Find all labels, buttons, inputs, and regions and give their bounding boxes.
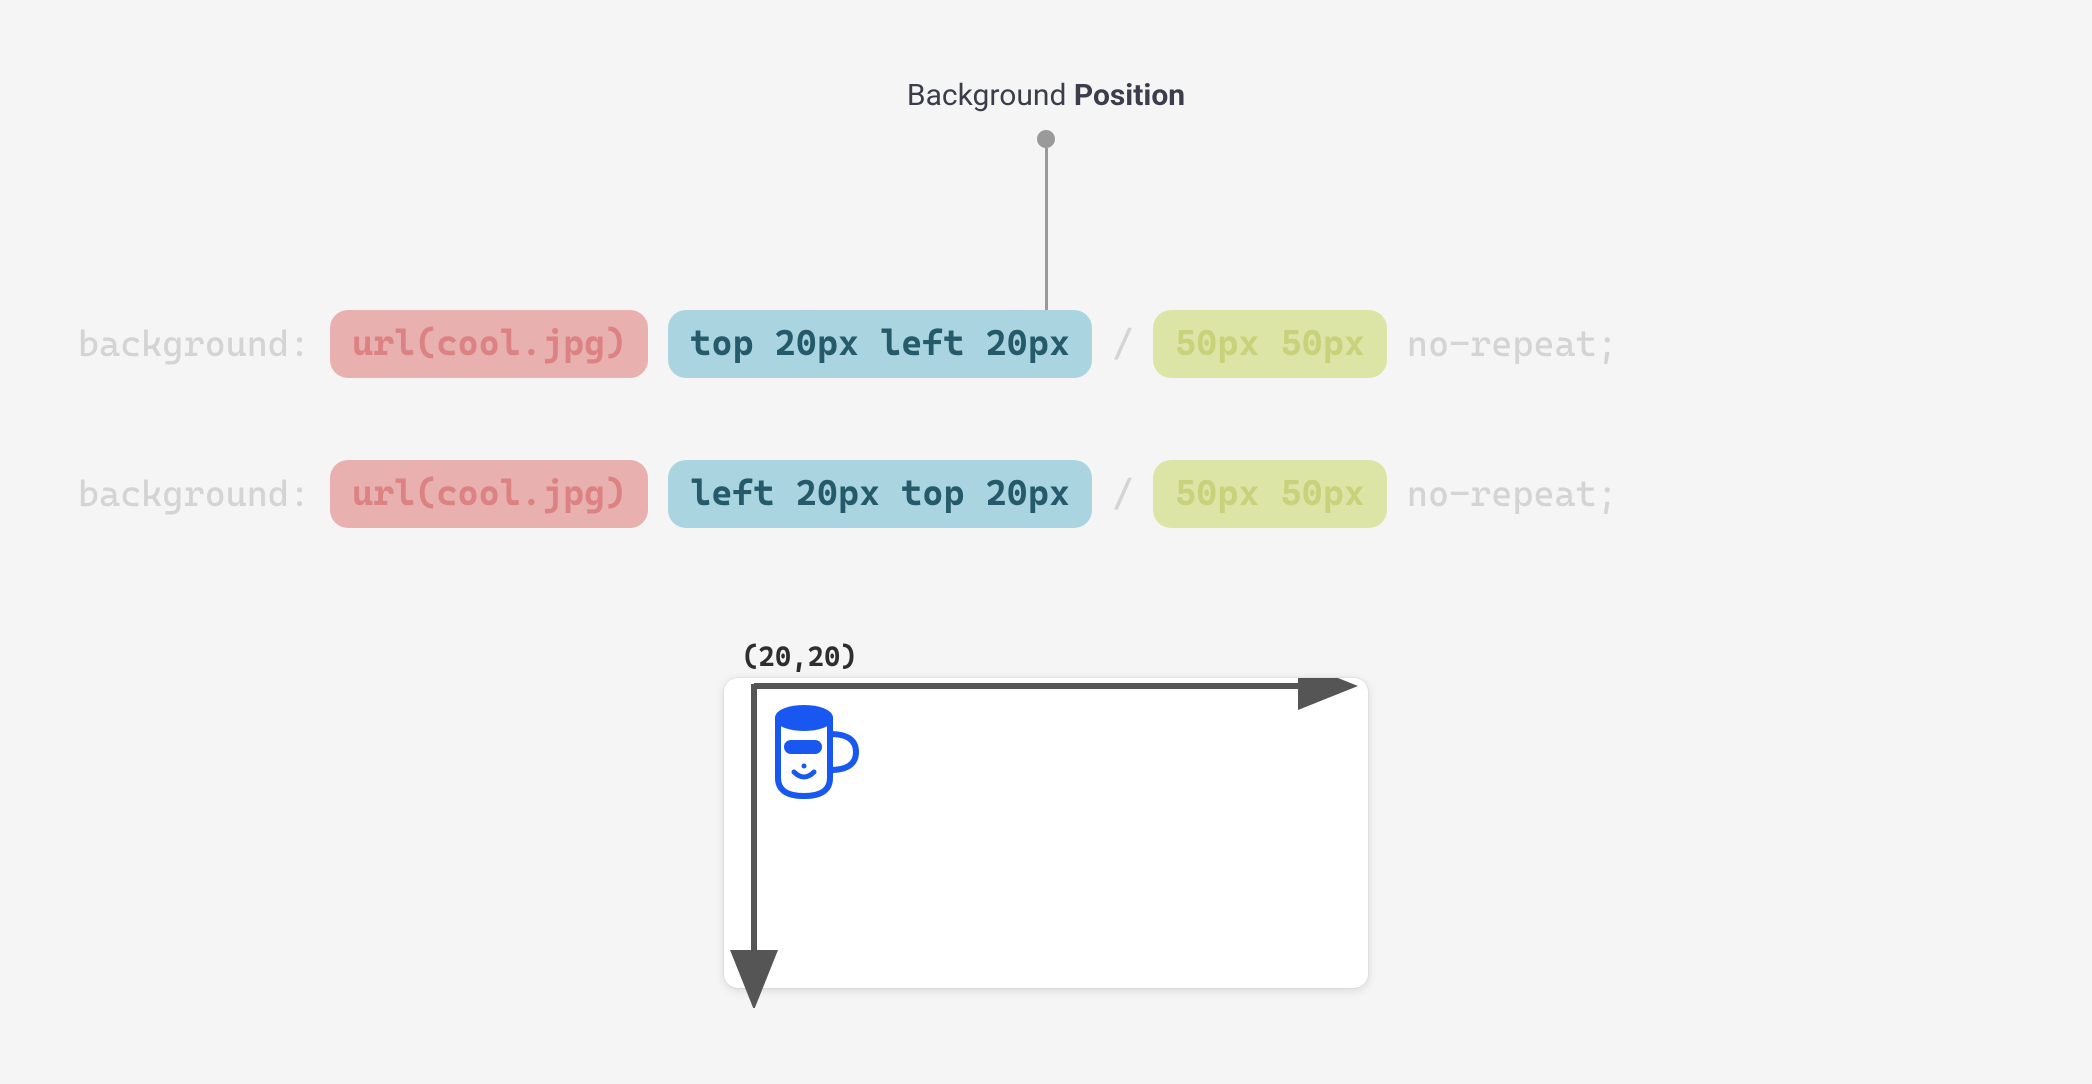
background-size-pill: 50px 50px [1153,460,1387,528]
title-emphasis: Position [1074,78,1185,113]
position-preview-card: (20,20) [724,678,1368,988]
background-image-pill: url(cool.jpg) [330,460,648,528]
title-connector [1037,130,1055,312]
code-line-2: background: url(cool.jpg) left 20px top … [78,460,2014,528]
coordinate-label: (20,20) [742,640,857,673]
mug-icon [760,696,870,806]
code-line-1: background: url(cool.jpg) top 20px left … [78,310,2014,378]
background-image-pill: url(cool.jpg) [330,310,648,378]
css-property: background: [78,474,310,515]
background-position-pill: left 20px top 20px [668,460,1092,528]
background-position-pill: top 20px left 20px [668,310,1092,378]
background-repeat-text: no-repeat; [1407,474,1618,515]
connector-dot-icon [1037,130,1055,148]
separator-slash: / [1112,474,1133,515]
separator-slash: / [1112,324,1133,365]
code-block: background: url(cool.jpg) top 20px left … [78,310,2014,610]
connector-line [1045,148,1048,312]
diagram-container: Background Position background: url(cool… [0,0,2092,1084]
background-size-pill: 50px 50px [1153,310,1387,378]
background-repeat-text: no-repeat; [1407,324,1618,365]
title-prefix: Background [907,78,1074,113]
diagram-title: Background Position [0,78,2092,113]
css-property: background: [78,324,310,365]
